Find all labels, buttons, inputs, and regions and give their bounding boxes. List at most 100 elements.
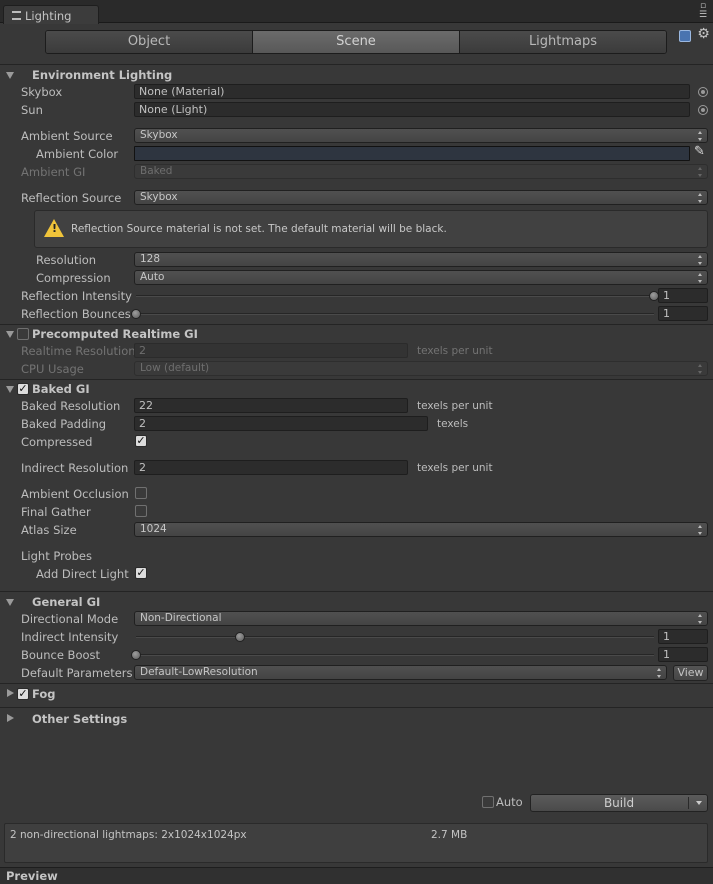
directional-mode-dropdown[interactable]: Non-Directional [134,611,708,626]
eyedropper-icon[interactable]: ✎ [694,145,708,159]
default-parameters-dropdown[interactable]: Default-LowResolution [134,665,667,680]
dropdown-arrows-icon [698,364,703,374]
foldout-arrow-icon[interactable] [7,689,14,697]
sun-field[interactable]: None (Light) [134,102,690,117]
texels-per-unit-label: texels per unit [417,462,493,474]
baked-padding-label: Baked Padding [21,417,107,431]
compressed-label: Compressed [21,435,93,449]
realtime-resolution-field: 2 [134,343,408,358]
indirect-intensity-label: Indirect Intensity [21,630,119,644]
indirect-resolution-field[interactable]: 2 [134,460,408,475]
tab-scene[interactable]: Scene [253,31,460,53]
baked-gi-enable-checkbox[interactable]: ✓ [17,383,29,395]
object-picker-icon[interactable] [698,87,708,97]
bounce-boost-slider[interactable] [136,654,654,656]
lightmaps-size: 2.7 MB [431,829,468,841]
atlas-size-dropdown[interactable]: 1024 [134,522,708,537]
skybox-field[interactable]: None (Material) [134,84,690,99]
divider [0,683,713,684]
baked-resolution-field[interactable]: 22 [134,398,408,413]
preview-bar[interactable]: Preview [0,867,713,884]
bounce-boost-value[interactable]: 1 [658,647,708,662]
window-titlebar [0,0,713,23]
compression-dropdown[interactable]: Auto [134,270,708,285]
skybox-label: Skybox [21,85,63,99]
dropdown-arrows-icon [698,273,703,283]
dropdown-arrows-icon [698,614,703,624]
reflection-source-label: Reflection Source [21,191,122,205]
default-parameters-value: Default-LowResolution [140,666,258,678]
section-other-settings[interactable]: Other Settings [32,712,127,726]
tab-object[interactable]: Object [46,31,253,53]
warning-text: Reflection Source material is not set. T… [71,223,447,235]
foldout-arrow-icon[interactable] [6,331,14,338]
warning-helpbox: Reflection Source material is not set. T… [34,210,708,248]
slider-thumb[interactable] [234,632,245,642]
slider-thumb[interactable] [131,650,141,660]
realtime-resolution-label: Realtime Resolution [21,344,136,358]
window-options-icon[interactable]: ▫ ☰ [697,2,709,22]
section-precomputed-realtime-gi[interactable]: Precomputed Realtime GI [32,327,198,341]
build-button[interactable]: Build [530,794,708,812]
foldout-arrow-icon[interactable] [7,714,14,722]
add-direct-light-checkbox[interactable]: ✓ [135,567,147,579]
foldout-arrow-icon[interactable] [6,386,14,393]
reflection-source-value: Skybox [140,191,178,203]
reflection-bounces-label: Reflection Bounces [21,307,131,321]
ambient-occlusion-checkbox[interactable] [135,487,147,499]
section-general-gi[interactable]: General GI [32,595,100,609]
final-gather-checkbox[interactable] [135,505,147,517]
cpu-usage-label: CPU Usage [21,362,84,376]
help-icon[interactable] [679,30,691,42]
mode-toolbar: Object Scene Lightmaps [45,30,667,54]
slider-thumb[interactable] [131,309,141,319]
fog-enable-checkbox[interactable]: ✓ [17,688,29,700]
foldout-arrow-icon[interactable] [6,599,14,606]
window-tab-lighting[interactable]: Lighting [3,5,99,24]
compressed-checkbox[interactable]: ✓ [135,435,147,447]
dropdown-arrows-icon [698,525,703,535]
texels-label: texels [437,418,469,430]
divider [0,707,713,708]
dropdown-arrows-icon [657,668,662,678]
resolution-dropdown[interactable]: 128 [134,252,708,267]
ambient-gi-label: Ambient GI [21,165,86,179]
window-tab-title: Lighting [25,9,72,23]
divider [0,324,713,325]
bounce-boost-label: Bounce Boost [21,648,101,662]
baked-padding-field[interactable]: 2 [134,416,428,431]
menu-icon [12,11,21,20]
ambient-color-field[interactable] [134,146,690,161]
reflection-bounces-value[interactable]: 1 [658,306,708,321]
ambient-color-label: Ambient Color [36,147,119,161]
dropdown-arrows-icon [698,193,703,203]
ambient-occlusion-label: Ambient Occlusion [21,487,129,501]
light-probes-label: Light Probes [21,549,92,563]
indirect-intensity-value[interactable]: 1 [658,629,708,644]
reflection-intensity-slider[interactable] [136,295,654,297]
reflection-intensity-value[interactable]: 1 [658,288,708,303]
chevron-down-icon[interactable] [696,801,702,805]
view-button[interactable]: View [673,665,708,681]
foldout-arrow-icon[interactable] [6,72,14,79]
indirect-intensity-slider[interactable] [136,636,654,638]
reflection-source-dropdown[interactable]: Skybox [134,190,708,205]
section-environment-lighting[interactable]: Environment Lighting [32,68,172,82]
auto-checkbox[interactable] [482,796,494,808]
dropdown-arrows-icon [698,255,703,265]
texels-per-unit-label: texels per unit [417,345,493,357]
dropdown-arrows-icon [698,131,703,141]
lightmaps-info-box: 2 non-directional lightmaps: 2x1024x1024… [4,823,708,863]
gear-icon[interactable]: ⚙ [696,27,711,42]
build-button-label: Build [603,796,635,810]
precomputed-enable-checkbox[interactable] [17,328,29,340]
ambient-source-label: Ambient Source [21,129,113,143]
ambient-source-dropdown[interactable]: Skybox [134,128,708,143]
section-fog[interactable]: Fog [32,687,56,701]
tab-lightmaps[interactable]: Lightmaps [460,31,666,53]
section-baked-gi[interactable]: Baked GI [32,382,90,396]
object-picker-icon[interactable] [698,105,708,115]
final-gather-label: Final Gather [21,505,91,519]
compression-label: Compression [36,271,111,285]
reflection-bounces-slider[interactable] [136,313,654,315]
